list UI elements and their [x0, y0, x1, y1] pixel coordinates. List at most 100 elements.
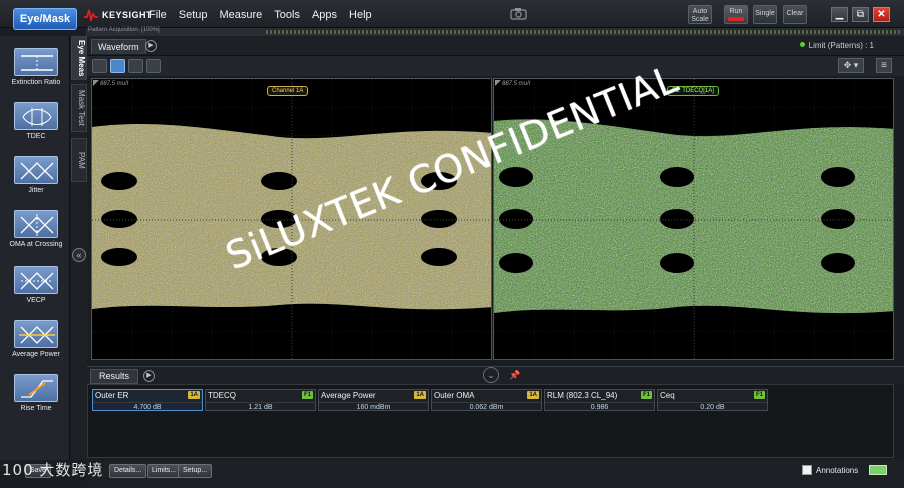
source-badge: 1A — [527, 391, 539, 399]
result-name: Average Power — [321, 391, 376, 400]
pane-corner-marker — [495, 80, 501, 86]
result-name: Ceq — [660, 391, 675, 400]
measurement-sidebar: Extinction Ratio TDEC Jitter OMA at Cros… — [0, 36, 70, 460]
details-button[interactable]: Details... — [109, 464, 147, 478]
acquisition-strip — [266, 30, 902, 34]
sidebar-item-oma-crossing[interactable]: OMA at Crossing — [6, 210, 66, 249]
sidebar-item-jitter[interactable]: Jitter — [6, 156, 66, 195]
vertical-scale-label: 887.5 mu/I — [502, 81, 531, 87]
layout-grid-icon[interactable] — [146, 59, 161, 73]
result-outer-oma[interactable]: Outer OMA 1A 0.062 dBm — [431, 389, 542, 411]
waveform-options-icon[interactable]: ≡ — [876, 58, 892, 73]
source-badge: 1A — [188, 391, 200, 399]
minimize-icon[interactable]: ▁ — [831, 7, 848, 22]
keysight-wave-icon — [84, 9, 98, 21]
waveform-toolbar: ✥ ▾ ≡ — [87, 56, 904, 76]
collapse-results-icon[interactable]: ⌄ — [483, 367, 499, 383]
limit-status: Limit (Patterns) : 1 — [799, 41, 874, 50]
result-name: Outer ER — [95, 391, 129, 400]
result-outer-er[interactable]: Outer ER 1A 4.700 dB — [92, 389, 203, 411]
menu-measure[interactable]: Measure — [219, 9, 262, 21]
result-value: 160 mdBm — [319, 402, 428, 411]
source-badge: F1 — [753, 391, 765, 399]
result-name: RLM (802.3 CL_94) — [547, 391, 618, 400]
corner-brand-watermark: 100 大数跨境 — [2, 461, 104, 479]
source-badge: F1 — [640, 391, 652, 399]
tab-eye-meas[interactable]: Eye Meas — [71, 36, 87, 80]
camera-icon[interactable] — [510, 7, 527, 20]
sidebar-item-label: Rise Time — [20, 405, 52, 412]
result-tdecq[interactable]: TDECQ F1 1.21 dB — [205, 389, 316, 411]
result-ceq[interactable]: Ceq F1 0.20 dB — [657, 389, 768, 411]
auto-scale-button[interactable]: Auto Scale — [688, 5, 712, 24]
restore-icon[interactable]: ⧉ — [852, 7, 869, 22]
keysight-logo: KEYSIGHT — [84, 8, 152, 22]
menu-help[interactable]: Help — [349, 9, 372, 21]
tdec-icon — [14, 102, 58, 130]
annotations-label: Annotations — [816, 465, 859, 475]
run-label: Run — [729, 8, 743, 15]
tab-waveform[interactable]: Waveform — [91, 39, 146, 54]
menu-apps[interactable]: Apps — [312, 9, 337, 21]
layout-single-icon[interactable] — [92, 59, 107, 73]
sidebar-item-extinction-ratio[interactable]: Extinction Ratio — [6, 48, 66, 87]
result-rlm[interactable]: RLM (802.3 CL_94) F1 0.986 — [544, 389, 655, 411]
result-value: 0.062 dBm — [432, 402, 541, 411]
menu-file[interactable]: File — [149, 9, 167, 21]
annotations-toggle[interactable]: Annotations — [802, 465, 858, 475]
stop-indicator — [728, 17, 744, 21]
vertical-scale-label: 887.5 mu/I — [100, 81, 129, 87]
vecp-icon — [14, 266, 58, 294]
source-badge: F1 — [301, 391, 313, 399]
tab-mask-test[interactable]: Mask Test — [71, 84, 87, 132]
result-name: TDECQ — [208, 391, 236, 400]
sidebar-item-average-power[interactable]: Average Power — [6, 320, 66, 359]
sidebar-item-label: TDEC — [26, 133, 46, 140]
sidebar-item-vecp[interactable]: VECP — [6, 266, 66, 305]
close-icon[interactable]: ✕ — [873, 7, 890, 22]
layout-stack-icon[interactable] — [128, 59, 143, 73]
results-menu-icon[interactable]: ▶ — [143, 370, 155, 382]
setup-button[interactable]: Setup... — [178, 464, 213, 478]
waveform-menu-icon[interactable]: ▶ — [145, 40, 157, 52]
waveform-header: Waveform ▶ Limit (Patterns) : 1 — [87, 37, 904, 56]
results-table: Outer ER 1A 4.700 dB TDECQ F1 1.21 dB Av… — [87, 384, 894, 458]
tab-pam[interactable]: PAM — [71, 138, 87, 182]
menu-tools[interactable]: Tools — [274, 9, 300, 21]
pan-zoom-icon[interactable]: ✥ ▾ — [838, 58, 864, 73]
tab-results[interactable]: Results — [90, 369, 139, 384]
acquisition-progress: Pattern Acquisition: [100%] — [86, 27, 904, 36]
sidebar-item-label: Average Power — [12, 351, 60, 358]
result-name: Outer OMA — [434, 391, 475, 400]
oma-crossing-icon — [14, 210, 58, 238]
run-stop-button[interactable]: Run — [724, 5, 748, 24]
sidebar-item-label: Jitter — [28, 187, 44, 194]
jitter-icon — [14, 156, 58, 184]
menu-bar: Eye/Mask KEYSIGHT File Setup Measure Too… — [0, 0, 904, 30]
annotation-color-swatch[interactable] — [869, 465, 887, 475]
result-value: 1.21 dB — [206, 402, 315, 411]
sidebar-item-label: OMA at Crossing — [9, 241, 63, 248]
sidebar-item-tdec[interactable]: TDEC — [6, 102, 66, 141]
result-average-power[interactable]: Average Power 1A 160 mdBm — [318, 389, 429, 411]
sidebar-item-label: VECP — [26, 297, 46, 304]
single-button[interactable]: Single — [753, 5, 777, 24]
menu-setup[interactable]: Setup — [179, 9, 208, 21]
average-power-icon — [14, 320, 58, 348]
brand-text: KEYSIGHT — [102, 10, 153, 20]
layout-split-icon[interactable] — [110, 59, 125, 73]
acquisition-label: Pattern Acquisition: [100%] — [88, 27, 160, 33]
limits-button[interactable]: Limits... — [147, 464, 182, 478]
channel-tag[interactable]: Channel 1A — [267, 86, 309, 96]
annotations-checkbox[interactable] — [802, 465, 812, 475]
source-badge: 1A — [414, 391, 426, 399]
result-value: 4.700 dB — [93, 402, 202, 411]
pin-icon[interactable]: 📌 — [509, 370, 520, 381]
sidebar-item-label: Extinction Ratio — [11, 79, 61, 86]
extinction-ratio-icon — [14, 48, 58, 76]
result-value: 0.986 — [545, 402, 654, 411]
sidebar-item-rise-time[interactable]: Rise Time — [6, 374, 66, 413]
eye-mask-button[interactable]: Eye/Mask — [13, 8, 77, 30]
clear-button[interactable]: Clear — [783, 5, 807, 24]
collapse-sidebar-icon[interactable]: « — [72, 248, 86, 262]
